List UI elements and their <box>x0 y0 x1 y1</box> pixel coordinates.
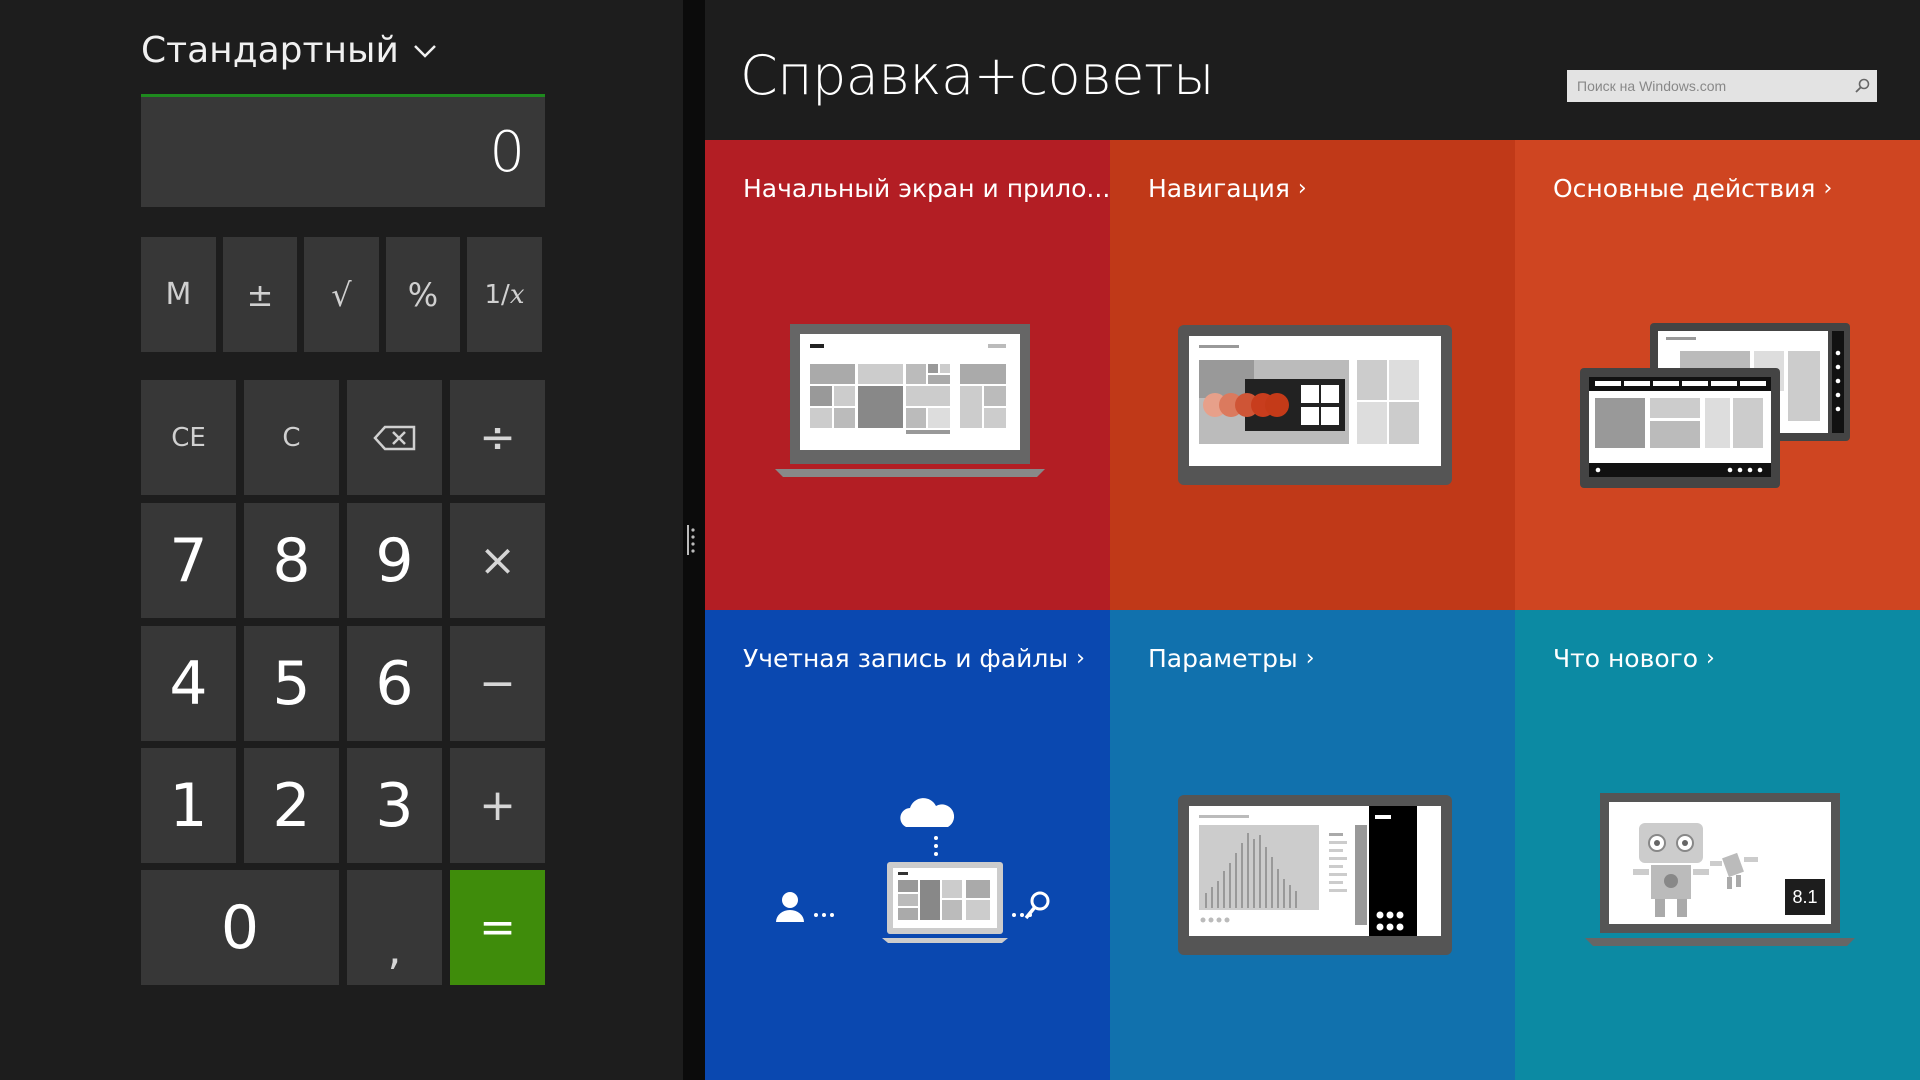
digit-4-button[interactable]: 4 <box>141 626 236 741</box>
tile-title: Учетная запись и файлы <box>743 644 1069 673</box>
plus-button[interactable]: + <box>450 748 545 863</box>
tile-label: Что нового › <box>1553 644 1715 673</box>
digit-2-button[interactable]: 2 <box>244 748 339 863</box>
search-icon[interactable] <box>1847 70 1877 102</box>
mode-label: Стандартный <box>141 30 399 71</box>
tile-label: Основные действия › <box>1553 174 1832 203</box>
tablet-navigation-illustration <box>1178 325 1452 485</box>
reciprocal-var: x <box>509 279 525 310</box>
laptop-robot-illustration: 8.1 <box>1585 793 1855 946</box>
chevron-right-icon: › <box>1297 176 1307 201</box>
tile-basic-actions[interactable]: Основные действия › <box>1515 140 1920 610</box>
square-root-button[interactable]: √ <box>304 237 379 352</box>
clear-button[interactable]: C <box>244 380 339 495</box>
chevron-right-icon: › <box>1076 646 1085 671</box>
chevron-right-icon: › <box>1706 646 1715 671</box>
calculator-app: Стандартный 0 M ± √ % 1/x CE C ÷ 7 8 9 ×… <box>0 0 683 1080</box>
backspace-icon <box>372 425 415 450</box>
account-sync-illustration <box>776 798 1050 943</box>
tile-title: Что нового <box>1553 644 1699 673</box>
digit-1-button[interactable]: 1 <box>141 748 236 863</box>
search-box[interactable] <box>1567 69 1877 103</box>
display-value: 0 <box>489 119 525 185</box>
digit-8-button[interactable]: 8 <box>244 503 339 618</box>
reciprocal-button[interactable]: 1/x <box>467 237 542 352</box>
tile-whats-new[interactable]: Что нового › 8.1 <box>1515 610 1920 1080</box>
negate-button[interactable]: ± <box>223 237 297 352</box>
mode-dropdown[interactable]: Стандартный <box>141 30 437 71</box>
digit-7-button[interactable]: 7 <box>141 503 236 618</box>
tile-label: Навигация › <box>1148 174 1307 203</box>
minus-button[interactable]: − <box>450 626 545 741</box>
chevron-down-icon <box>413 44 436 58</box>
calculator-display: 0 <box>141 97 545 207</box>
digit-5-button[interactable]: 5 <box>244 626 339 741</box>
backspace-button[interactable] <box>347 380 442 495</box>
laptop-start-screen-illustration <box>775 324 1045 477</box>
multiply-button[interactable]: × <box>450 503 545 618</box>
digit-0-button[interactable]: 0 <box>141 870 339 985</box>
digit-3-button[interactable]: 3 <box>347 748 442 863</box>
memory-button[interactable]: M <box>141 237 216 352</box>
divide-button[interactable]: ÷ <box>450 380 545 495</box>
chevron-right-icon: › <box>1305 646 1315 671</box>
tile-account-files[interactable]: Учетная запись и файлы › <box>705 610 1110 1080</box>
tile-label: Начальный экран и прило...› <box>743 174 1110 203</box>
tile-label: Учетная запись и файлы › <box>743 644 1085 673</box>
tile-title: Навигация <box>1148 174 1290 203</box>
clear-entry-button[interactable]: CE <box>141 380 236 495</box>
chevron-right-icon: › <box>1823 176 1833 201</box>
tile-navigation[interactable]: Навигация › <box>1110 140 1515 610</box>
tile-label: Параметры › <box>1148 644 1315 673</box>
page-title: Справка+советы <box>740 44 1214 107</box>
multi-device-illustration <box>1580 323 1850 488</box>
decimal-button[interactable]: , <box>347 870 442 985</box>
percent-button[interactable]: % <box>386 237 460 352</box>
digit-6-button[interactable]: 6 <box>347 626 442 741</box>
splitter-grip-icon[interactable] <box>686 525 696 555</box>
tablet-settings-illustration <box>1178 795 1452 955</box>
equals-button[interactable]: = <box>450 870 545 985</box>
version-badge: 8.1 <box>1792 887 1817 907</box>
search-input[interactable] <box>1567 69 1847 103</box>
tile-settings[interactable]: Параметры › <box>1110 610 1515 1080</box>
digit-9-button[interactable]: 9 <box>347 503 442 618</box>
tile-start-screen[interactable]: Начальный экран и прило...› <box>705 140 1110 610</box>
tile-title: Основные действия <box>1553 174 1816 203</box>
tile-title: Параметры <box>1148 644 1298 673</box>
tile-title: Начальный экран и прило... <box>743 174 1110 203</box>
reciprocal-prefix: 1/ <box>484 279 510 310</box>
